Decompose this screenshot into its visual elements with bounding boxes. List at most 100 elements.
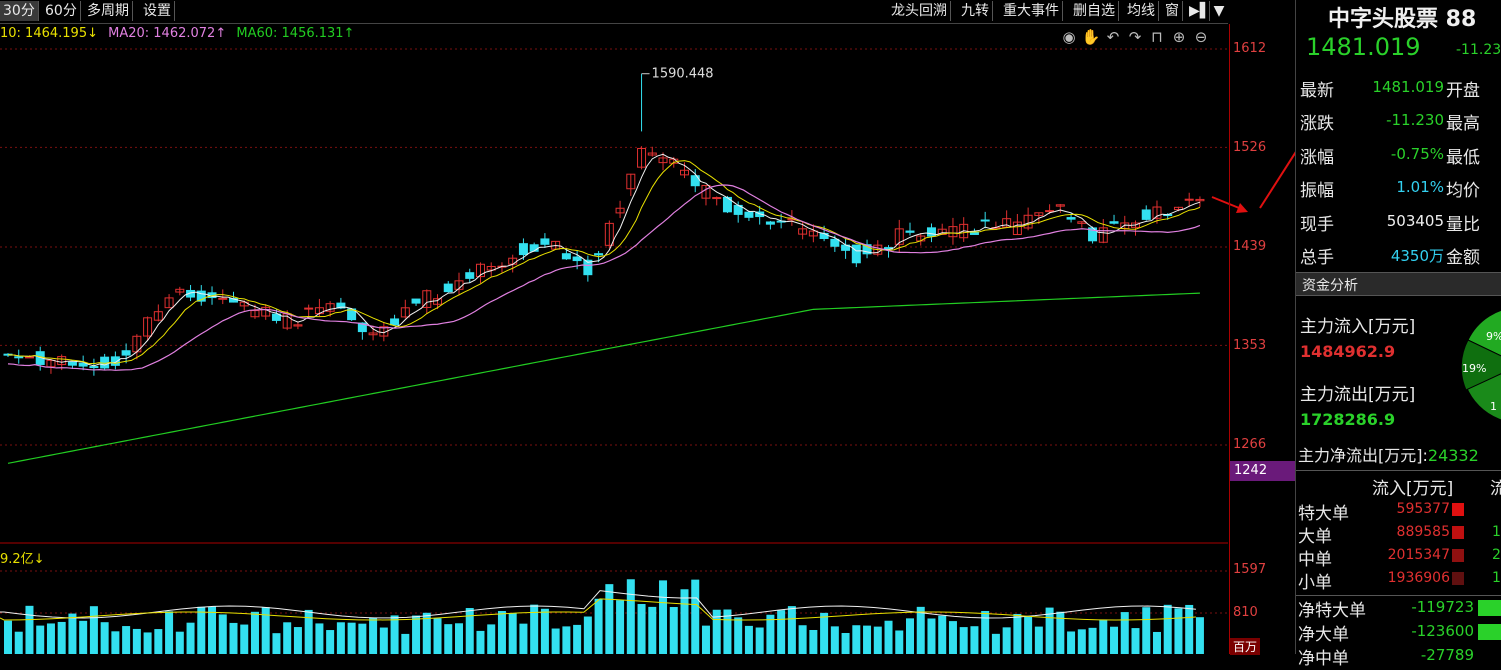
volume-bar	[680, 589, 689, 654]
fund-analysis-header[interactable]: 资金分析	[1296, 272, 1501, 296]
stock-change: -11.23	[1456, 42, 1501, 58]
volume-bar	[390, 615, 399, 654]
order-label: 特大单	[1298, 504, 1349, 524]
candle-body	[390, 318, 400, 326]
volume-bar	[1120, 612, 1129, 654]
tab-30min[interactable]: 30分	[0, 1, 39, 21]
order-value: 1936906	[1387, 570, 1450, 586]
quote-label: 涨幅	[1300, 148, 1334, 168]
fund-analysis-title: 资金分析	[1302, 278, 1358, 294]
candle-body	[14, 356, 24, 359]
volume-bar	[616, 600, 625, 654]
order-value: 889585	[1396, 524, 1450, 540]
volume-bar	[1110, 626, 1119, 654]
nine-turn-button[interactable]: 九转	[958, 1, 993, 21]
volume-bar	[948, 621, 957, 654]
tab-multi-period[interactable]: 多周期	[84, 1, 133, 21]
quote-label: 现手	[1300, 215, 1334, 235]
volume-bar	[46, 623, 55, 654]
volume-bar	[809, 629, 818, 654]
candle-body	[1184, 198, 1194, 201]
volume-tick: 810	[1233, 605, 1258, 620]
lock-icon[interactable]: ⊓	[1146, 28, 1168, 46]
candle-body	[594, 253, 604, 256]
candle-body	[830, 238, 840, 247]
candle-body	[926, 227, 936, 237]
volume-bar	[659, 580, 668, 654]
candle-body	[819, 232, 829, 239]
major-events-button[interactable]: 重大事件	[1000, 1, 1063, 21]
dragon-head-backtrack-button[interactable]: 龙头回溯	[888, 1, 951, 21]
quote-value: -0.75%	[1390, 145, 1444, 163]
volume-bar	[605, 584, 614, 654]
remove-watchlist-button[interactable]: 删自选	[1070, 1, 1119, 21]
inflow-column-header: 流入[万元]	[1372, 479, 1454, 499]
net-order-label: 净中单	[1298, 649, 1349, 669]
pie-label: 1	[1490, 400, 1497, 413]
volume-bar	[551, 628, 560, 654]
volume-bar	[1185, 604, 1194, 654]
ma10-line	[7, 160, 1201, 365]
volume-bar	[347, 622, 356, 654]
volume-bar	[959, 627, 968, 654]
net-order-value: -119723	[1411, 598, 1474, 616]
quote-label: 总手	[1300, 248, 1334, 268]
net-order-bar	[1478, 600, 1501, 616]
volume-bar	[798, 625, 807, 654]
undo-icon[interactable]: ↶	[1102, 28, 1124, 46]
volume-bar	[293, 627, 302, 654]
volume-bar	[927, 618, 936, 654]
volume-bar	[884, 620, 893, 654]
volume-bar	[79, 620, 88, 654]
volume-bar	[89, 606, 98, 654]
tab-60min[interactable]: 60分	[42, 1, 81, 21]
quote-label: 涨跌	[1300, 114, 1334, 134]
dropdown-arrow-icon[interactable]: ▼	[1210, 1, 1228, 21]
window-button[interactable]: 窗	[1162, 1, 1183, 21]
quote-value: 1.01%	[1396, 178, 1444, 196]
volume-bar	[648, 606, 657, 654]
quote-label2: 最低	[1446, 148, 1480, 168]
redo-icon[interactable]: ↷	[1124, 28, 1146, 46]
price-tick: 1266	[1233, 437, 1267, 452]
volume-bar	[626, 579, 635, 654]
volume-bar	[508, 613, 517, 654]
expand-panel-icon[interactable]: ▶▌	[1186, 1, 1211, 21]
ma-lines-button[interactable]: 均线	[1124, 1, 1159, 21]
candle-body	[1066, 217, 1076, 220]
volume-bar	[991, 633, 1000, 654]
volume-bar	[186, 622, 195, 654]
candle-body	[980, 219, 990, 222]
order-row-super-large: 特大单 595377	[1296, 499, 1501, 524]
volume-legend: 9.2亿↓	[0, 552, 45, 567]
volume-bar	[1034, 626, 1043, 654]
price-tick: 1612	[1233, 41, 1267, 56]
volume-bar	[412, 615, 421, 654]
quote-label2: 最高	[1446, 114, 1480, 134]
ma20-line	[7, 184, 1201, 371]
hand-icon[interactable]: ✋	[1080, 28, 1102, 46]
volume-bar	[734, 617, 743, 654]
price-tick: 1353	[1233, 338, 1267, 353]
net-order-label: 净特大单	[1298, 601, 1366, 621]
main-net-outflow: 主力净流出[万元]:24332	[1298, 442, 1479, 466]
volume-bar	[261, 607, 270, 654]
tab-settings[interactable]: 设置	[140, 1, 175, 21]
zoom-out-icon[interactable]: ⊖	[1190, 28, 1212, 46]
order-out-value: 1	[1492, 570, 1501, 586]
volume-bar	[272, 633, 281, 654]
kline-chart[interactable]: 1590.448	[0, 0, 1295, 654]
volume-bar	[916, 606, 925, 654]
eye-icon[interactable]: ◉	[1058, 28, 1080, 46]
quote-row-pct: 涨幅 -0.75% 最低	[1296, 137, 1501, 170]
candle-body	[121, 350, 131, 356]
zoom-in-icon[interactable]: ⊕	[1168, 28, 1190, 46]
candle-body	[24, 356, 34, 359]
price-axis: 1612 1526 1439 1353 1266 1242	[1229, 24, 1296, 544]
volume-bar	[787, 606, 796, 654]
candle-body	[304, 307, 314, 310]
volume-bar	[165, 611, 174, 654]
quote-label2: 开盘	[1446, 81, 1480, 101]
volume-bar	[379, 627, 388, 654]
order-label: 大单	[1298, 527, 1332, 547]
